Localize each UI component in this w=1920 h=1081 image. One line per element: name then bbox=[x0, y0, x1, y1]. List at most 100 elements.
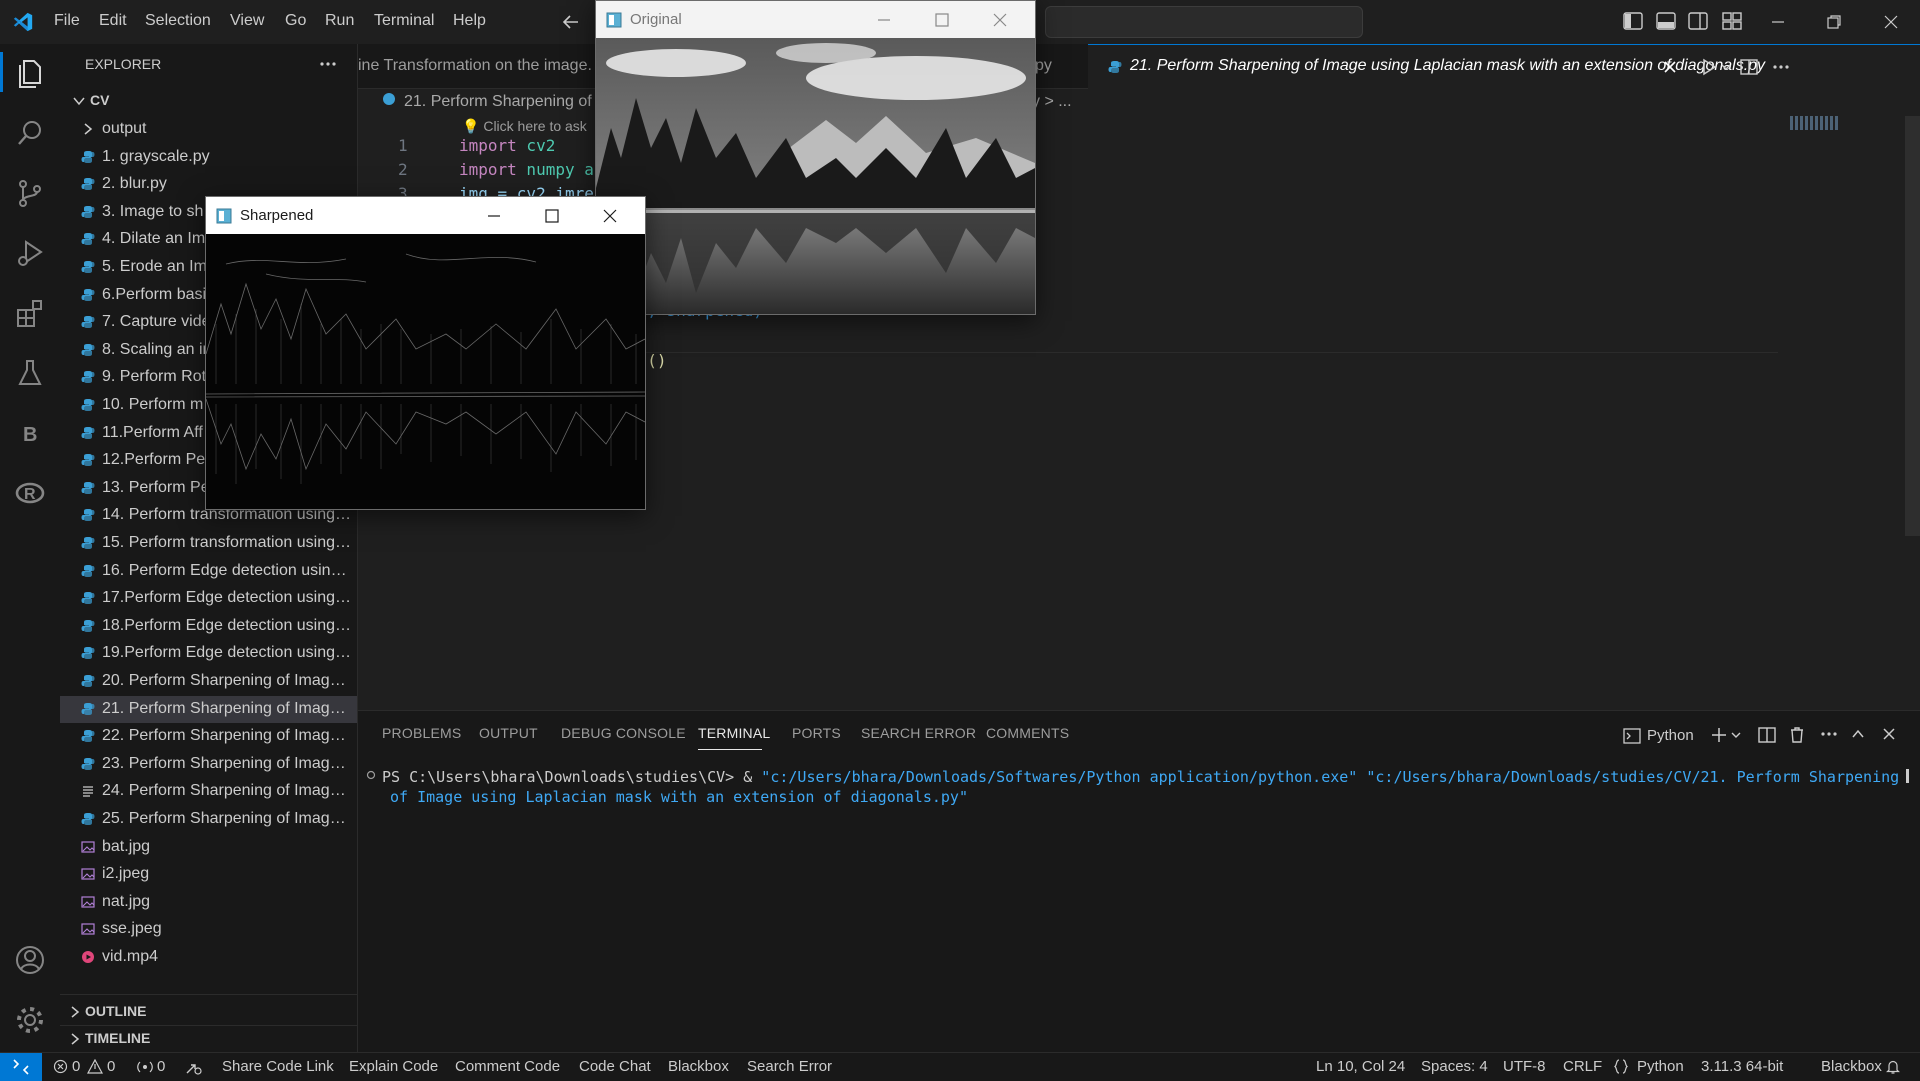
minimize-icon[interactable] bbox=[876, 12, 892, 28]
tree-file[interactable]: 21. Perform Sharpening of Image ... bbox=[60, 695, 357, 723]
original-window-titlebar[interactable]: Original bbox=[596, 1, 1035, 38]
explorer-icon[interactable] bbox=[14, 57, 46, 89]
menu-help[interactable]: Help bbox=[453, 12, 486, 30]
maximize-panel-chevron-up-icon[interactable] bbox=[1850, 726, 1866, 742]
tree-file[interactable]: sse.jpeg bbox=[60, 916, 357, 943]
accounts-icon[interactable] bbox=[14, 944, 46, 976]
tree-file[interactable]: i2.jpeg bbox=[60, 861, 357, 888]
close-window-icon[interactable] bbox=[1883, 14, 1899, 30]
breadcrumb[interactable]: 21. Perform Sharpening of bbox=[404, 93, 592, 111]
tab-comments[interactable]: COMMENTS bbox=[986, 725, 1069, 741]
menu-run[interactable]: Run bbox=[325, 12, 354, 30]
status-blackbox-right[interactable]: Blackbox bbox=[1821, 1058, 1882, 1075]
notifications-bell-icon[interactable] bbox=[1885, 1059, 1901, 1075]
tree-file[interactable]: 16. Perform Edge detection using... bbox=[60, 558, 357, 585]
status-share-code-link[interactable]: Share Code Link bbox=[222, 1058, 334, 1075]
run-options-chevron-icon[interactable] bbox=[1720, 61, 1732, 73]
toggle-secondary-sidebar-icon[interactable] bbox=[1688, 12, 1708, 30]
new-terminal-plus-icon[interactable] bbox=[1710, 726, 1728, 744]
original-image-window[interactable]: Original bbox=[595, 0, 1036, 315]
tree-file[interactable]: 25. Perform Sharpening of Image ... bbox=[60, 806, 357, 833]
tree-file[interactable]: 22. Perform Sharpening of Image ... bbox=[60, 723, 357, 750]
error-icon[interactable] bbox=[53, 1059, 68, 1074]
command-center[interactable] bbox=[1045, 6, 1363, 38]
tree-file[interactable]: 2. blur.py bbox=[60, 171, 357, 198]
close-tab-icon[interactable] bbox=[1662, 59, 1678, 75]
cursor-position[interactable]: Ln 10, Col 24 bbox=[1316, 1058, 1405, 1075]
ai-hint[interactable]: 💡 Click here to ask bbox=[462, 118, 587, 135]
timeline-section[interactable]: TIMELINE bbox=[60, 1026, 357, 1052]
split-editor-icon[interactable] bbox=[1740, 58, 1758, 76]
python-interpreter[interactable]: 3.11.3 64-bit bbox=[1701, 1058, 1783, 1075]
run-play-icon[interactable] bbox=[1700, 58, 1718, 76]
tree-folder[interactable]: output bbox=[60, 116, 357, 143]
sharpened-image-window[interactable]: Sharpened bbox=[205, 196, 646, 510]
back-arrow-icon[interactable] bbox=[560, 11, 582, 33]
terminal-output[interactable]: PS C:\Users\bhara\Downloads\studies\CV> … bbox=[382, 767, 1902, 807]
more-actions-icon[interactable] bbox=[318, 56, 338, 72]
customize-layout-icon[interactable] bbox=[1722, 12, 1742, 30]
outline-section[interactable]: OUTLINE bbox=[60, 999, 357, 1025]
toggle-sidebar-icon[interactable] bbox=[1623, 12, 1643, 30]
error-count[interactable]: 0 bbox=[72, 1058, 80, 1075]
menu-selection[interactable]: Selection bbox=[145, 12, 211, 30]
menu-view[interactable]: View bbox=[230, 12, 264, 30]
menu-edit[interactable]: Edit bbox=[99, 12, 127, 30]
close-icon[interactable] bbox=[602, 208, 618, 224]
minimize-icon[interactable] bbox=[486, 208, 502, 224]
warning-icon[interactable] bbox=[87, 1059, 103, 1074]
status-blackbox-left[interactable]: Blackbox bbox=[668, 1058, 729, 1075]
tree-file[interactable]: 20. Perform Sharpening of Image ... bbox=[60, 668, 357, 695]
status-comment-code[interactable]: Comment Code bbox=[455, 1058, 560, 1075]
restore-icon[interactable] bbox=[1826, 14, 1842, 30]
toggle-panel-icon[interactable] bbox=[1656, 12, 1676, 30]
tab-debug-console[interactable]: DEBUG CONSOLE bbox=[561, 725, 686, 741]
blackbox-icon[interactable]: B bbox=[14, 417, 46, 449]
vertical-scrollbar[interactable] bbox=[1905, 116, 1920, 536]
testing-flask-icon[interactable] bbox=[14, 357, 46, 389]
run-debug-icon[interactable] bbox=[14, 237, 46, 269]
minimize-icon[interactable] bbox=[1770, 14, 1786, 30]
remote-explorer-icon[interactable]: R bbox=[14, 477, 46, 509]
tab-affine[interactable]: ine Transformation on the image. bbox=[358, 44, 598, 88]
tree-file[interactable]: nat.jpg bbox=[60, 889, 357, 916]
tree-file[interactable]: 17.Perform Edge detection using ... bbox=[60, 585, 357, 612]
tab-terminal[interactable]: TERMINAL bbox=[698, 725, 770, 741]
tree-file[interactable]: 23. Perform Sharpening of Image ... bbox=[60, 751, 357, 778]
tab-output[interactable]: OUTPUT bbox=[479, 725, 538, 741]
tree-file[interactable]: vid.mp4 bbox=[60, 944, 357, 971]
maximize-icon[interactable] bbox=[934, 12, 950, 28]
warning-count[interactable]: 0 bbox=[107, 1058, 115, 1075]
indentation[interactable]: Spaces: 4 bbox=[1421, 1058, 1488, 1075]
folder-root-cv[interactable]: CV bbox=[66, 88, 356, 114]
settings-gear-icon[interactable] bbox=[14, 1004, 46, 1036]
live-share-icon[interactable] bbox=[185, 1059, 203, 1075]
tab-problems[interactable]: PROBLEMS bbox=[382, 725, 461, 741]
editor-more-icon[interactable] bbox=[1772, 59, 1790, 75]
tree-file[interactable]: 24. Perform Sharpening of Image ... bbox=[60, 778, 357, 805]
menu-go[interactable]: Go bbox=[285, 12, 306, 30]
tree-file[interactable]: 19.Perform Edge detection using ... bbox=[60, 640, 357, 667]
split-terminal-icon[interactable] bbox=[1758, 726, 1776, 744]
line-endings[interactable]: CRLF bbox=[1563, 1058, 1602, 1075]
tree-file[interactable]: bat.jpg bbox=[60, 834, 357, 861]
code-line-2[interactable]: import numpy a bbox=[459, 160, 594, 179]
encoding[interactable]: UTF-8 bbox=[1503, 1058, 1546, 1075]
ports-broadcast-icon[interactable] bbox=[137, 1059, 153, 1074]
tree-file[interactable]: 1. grayscale.py bbox=[60, 144, 357, 171]
remote-indicator[interactable] bbox=[0, 1053, 42, 1081]
tab-search-error[interactable]: SEARCH ERROR bbox=[861, 725, 976, 741]
terminal-scrollbar[interactable] bbox=[1906, 769, 1909, 783]
terminal-dropdown-chevron-icon[interactable] bbox=[1730, 729, 1742, 741]
breadcrumb-tail[interactable]: y > ... bbox=[1032, 93, 1072, 111]
tab-active[interactable]: 21. Perform Sharpening of Image using La… bbox=[1088, 44, 1920, 89]
close-panel-icon[interactable] bbox=[1881, 726, 1897, 742]
status-search-error[interactable]: Search Error bbox=[747, 1058, 832, 1075]
status-explain-code[interactable]: Explain Code bbox=[349, 1058, 438, 1075]
tree-file[interactable]: 15. Perform transformation using ... bbox=[60, 530, 357, 557]
code-line-1[interactable]: import cv2 bbox=[459, 136, 555, 155]
sharpened-window-titlebar[interactable]: Sharpened bbox=[206, 197, 645, 234]
ports-count[interactable]: 0 bbox=[157, 1058, 165, 1075]
source-control-icon[interactable] bbox=[14, 177, 46, 209]
tab-ports[interactable]: PORTS bbox=[792, 725, 841, 741]
